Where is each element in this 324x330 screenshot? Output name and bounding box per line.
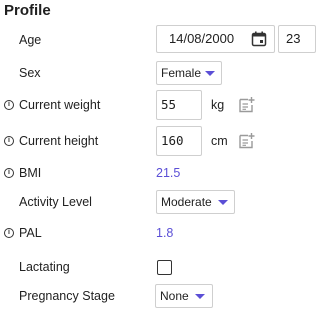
info-icon[interactable]: i — [4, 136, 14, 146]
height-row: i Current height 160 cm — [0, 126, 324, 156]
weight-unit: kg — [211, 98, 225, 112]
info-icon[interactable]: i — [4, 100, 14, 110]
age-years-field[interactable]: 23 — [278, 25, 316, 53]
section-title: Profile — [4, 2, 51, 19]
pal-value: 1.8 — [156, 226, 174, 240]
weight-value: 55 — [161, 97, 177, 112]
chevron-down-icon — [205, 71, 215, 76]
sex-select[interactable]: Female — [156, 61, 222, 85]
info-icon[interactable]: i — [4, 228, 14, 238]
add-note-icon[interactable] — [238, 96, 255, 113]
lactating-label: Lactating — [19, 260, 70, 274]
height-label: Current height — [19, 134, 99, 148]
birth-date-value: 14/08/2000 — [169, 31, 235, 46]
lactating-checkbox[interactable] — [157, 260, 172, 275]
age-label: Age — [19, 33, 42, 47]
height-unit: cm — [211, 134, 228, 148]
height-value: 160 — [161, 133, 184, 148]
sex-row: Sex Female — [0, 58, 324, 88]
add-note-icon[interactable] — [238, 132, 255, 149]
bmi-value: 21.5 — [156, 166, 181, 180]
birth-date-input[interactable]: 14/08/2000 — [156, 25, 275, 53]
chevron-down-icon — [218, 200, 228, 205]
height-input[interactable]: 160 — [156, 126, 202, 156]
sex-label: Sex — [19, 66, 41, 80]
weight-input[interactable]: 55 — [156, 90, 202, 120]
pal-row: i PAL 1.8 — [0, 218, 324, 248]
age-row: Age 14/08/2000 23 — [0, 25, 324, 55]
pregnancy-select-value: None — [160, 289, 189, 303]
activity-select-value: Moderate — [161, 195, 212, 209]
age-years-value: 23 — [286, 31, 301, 46]
weight-row: i Current weight 55 kg — [0, 90, 324, 120]
activity-row: Activity Level Moderate — [0, 187, 324, 217]
lactating-row: Lactating — [0, 252, 324, 282]
bmi-row: i BMI 21.5 — [0, 158, 324, 188]
sex-select-value: Female — [161, 66, 202, 80]
weight-label: Current weight — [19, 98, 101, 112]
pregnancy-row: Pregnancy Stage None — [0, 281, 324, 311]
activity-label: Activity Level — [19, 195, 92, 209]
pregnancy-select[interactable]: None — [155, 284, 213, 308]
info-icon[interactable]: i — [4, 168, 14, 178]
chevron-down-icon — [195, 294, 205, 299]
pal-label: PAL — [19, 226, 42, 240]
pregnancy-label: Pregnancy Stage — [19, 289, 115, 303]
bmi-label: BMI — [19, 166, 42, 180]
activity-select[interactable]: Moderate — [156, 190, 235, 214]
calendar-icon[interactable] — [251, 31, 267, 47]
